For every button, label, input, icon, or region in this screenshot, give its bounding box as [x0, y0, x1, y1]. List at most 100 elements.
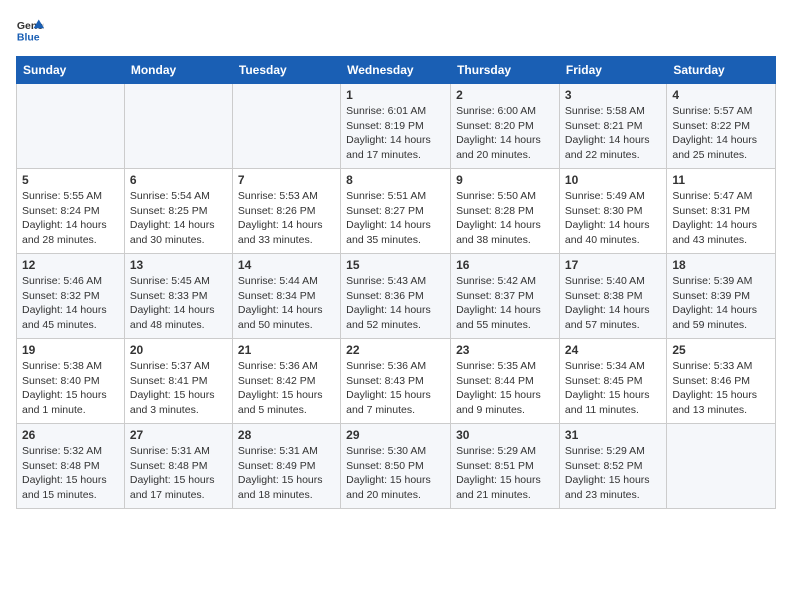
day-number: 11: [672, 173, 770, 187]
calendar-cell: 21 Sunrise: 5:36 AMSunset: 8:42 PMDayligh…: [232, 339, 340, 424]
calendar-cell: 5Sunrise: 5:55 AMSunset: 8:24 PMDaylight…: [17, 169, 125, 254]
day-number: 21: [238, 343, 335, 357]
calendar-cell: 13Sunrise: 5:45 AMSunset: 8:33 PMDayligh…: [124, 254, 232, 339]
calendar-cell: 11 Sunrise: 5:47 AMSunset: 8:31 PMDayligh…: [667, 169, 776, 254]
calendar-cell: 6 Sunrise: 5:54 AMSunset: 8:25 PMDaylight…: [124, 169, 232, 254]
day-number: 16: [456, 258, 554, 272]
page-header: General Blue: [16, 16, 776, 44]
day-info: Sunrise: 5:38 AMSunset: 8:40 PMDaylight:…: [22, 359, 119, 418]
calendar-cell: 16 Sunrise: 5:42 AMSunset: 8:37 PMDayligh…: [451, 254, 560, 339]
day-info: Sunrise: 5:46 AMSunset: 8:32 PMDaylight:…: [22, 274, 119, 333]
week-row-4: 19 Sunrise: 5:38 AMSunset: 8:40 PMDayligh…: [17, 339, 776, 424]
day-info: Sunrise: 5:35 AMSunset: 8:44 PMDaylight:…: [456, 359, 554, 418]
calendar-cell: 26Sunrise: 5:32 AMSunset: 8:48 PMDayligh…: [17, 424, 125, 509]
day-info: Sunrise: 5:43 AMSunset: 8:36 PMDaylight:…: [346, 274, 445, 333]
day-number: 15: [346, 258, 445, 272]
day-info: Sunrise: 5:39 AMSunset: 8:39 PMDaylight:…: [672, 274, 770, 333]
calendar-cell: 27Sunrise: 5:31 AMSunset: 8:48 PMDayligh…: [124, 424, 232, 509]
day-number: 23: [456, 343, 554, 357]
day-number: 20: [130, 343, 227, 357]
calendar-cell: [667, 424, 776, 509]
logo-icon: General Blue: [16, 16, 44, 44]
calendar-cell: 24 Sunrise: 5:34 AMSunset: 8:45 PMDayligh…: [559, 339, 666, 424]
day-number: 27: [130, 428, 227, 442]
day-number: 19: [22, 343, 119, 357]
day-info: Sunrise: 5:37 AMSunset: 8:41 PMDaylight:…: [130, 359, 227, 418]
calendar-cell: 25 Sunrise: 5:33 AMSunset: 8:46 PMDayligh…: [667, 339, 776, 424]
calendar-cell: 20 Sunrise: 5:37 AMSunset: 8:41 PMDayligh…: [124, 339, 232, 424]
day-number: 26: [22, 428, 119, 442]
calendar-cell: 7 Sunrise: 5:53 AMSunset: 8:26 PMDaylight…: [232, 169, 340, 254]
day-number: 3: [565, 88, 661, 102]
day-info: Sunrise: 5:29 AMSunset: 8:52 PMDaylight:…: [565, 444, 661, 503]
day-number: 17: [565, 258, 661, 272]
day-info: Sunrise: 5:36 AMSunset: 8:42 PMDaylight:…: [238, 359, 335, 418]
day-info: Sunrise: 5:30 AMSunset: 8:50 PMDaylight:…: [346, 444, 445, 503]
calendar-cell: 29 Sunrise: 5:30 AMSunset: 8:50 PMDayligh…: [341, 424, 451, 509]
day-number: 8: [346, 173, 445, 187]
calendar-cell: 22Sunrise: 5:36 AMSunset: 8:43 PMDayligh…: [341, 339, 451, 424]
calendar-cell: 4 Sunrise: 5:57 AMSunset: 8:22 PMDaylight…: [667, 84, 776, 169]
calendar-cell: 12 Sunrise: 5:46 AMSunset: 8:32 PMDayligh…: [17, 254, 125, 339]
day-info: Sunrise: 5:54 AMSunset: 8:25 PMDaylight:…: [130, 189, 227, 248]
day-number: 25: [672, 343, 770, 357]
weekday-header-thursday: Thursday: [451, 57, 560, 84]
weekday-header-tuesday: Tuesday: [232, 57, 340, 84]
calendar-cell: 15 Sunrise: 5:43 AMSunset: 8:36 PMDayligh…: [341, 254, 451, 339]
day-number: 4: [672, 88, 770, 102]
day-number: 14: [238, 258, 335, 272]
week-row-5: 26Sunrise: 5:32 AMSunset: 8:48 PMDayligh…: [17, 424, 776, 509]
day-number: 24: [565, 343, 661, 357]
day-info: Sunrise: 5:58 AMSunset: 8:21 PMDaylight:…: [565, 104, 661, 163]
day-number: 30: [456, 428, 554, 442]
weekday-header-saturday: Saturday: [667, 57, 776, 84]
calendar-cell: 31Sunrise: 5:29 AMSunset: 8:52 PMDayligh…: [559, 424, 666, 509]
day-info: Sunrise: 5:45 AMSunset: 8:33 PMDaylight:…: [130, 274, 227, 333]
calendar-cell: 30Sunrise: 5:29 AMSunset: 8:51 PMDayligh…: [451, 424, 560, 509]
day-number: 5: [22, 173, 119, 187]
weekday-header-friday: Friday: [559, 57, 666, 84]
calendar-cell: 28 Sunrise: 5:31 AMSunset: 8:49 PMDayligh…: [232, 424, 340, 509]
day-info: Sunrise: 5:34 AMSunset: 8:45 PMDaylight:…: [565, 359, 661, 418]
calendar-cell: 1 Sunrise: 6:01 AMSunset: 8:19 PMDaylight…: [341, 84, 451, 169]
day-number: 6: [130, 173, 227, 187]
day-number: 7: [238, 173, 335, 187]
week-row-2: 5Sunrise: 5:55 AMSunset: 8:24 PMDaylight…: [17, 169, 776, 254]
day-number: 18: [672, 258, 770, 272]
calendar-cell: 23 Sunrise: 5:35 AMSunset: 8:44 PMDayligh…: [451, 339, 560, 424]
day-info: Sunrise: 5:33 AMSunset: 8:46 PMDaylight:…: [672, 359, 770, 418]
day-number: 1: [346, 88, 445, 102]
day-info: Sunrise: 6:01 AMSunset: 8:19 PMDaylight:…: [346, 104, 445, 163]
day-number: 10: [565, 173, 661, 187]
day-info: Sunrise: 5:53 AMSunset: 8:26 PMDaylight:…: [238, 189, 335, 248]
calendar-cell: 8 Sunrise: 5:51 AMSunset: 8:27 PMDaylight…: [341, 169, 451, 254]
calendar-cell: 2Sunrise: 6:00 AMSunset: 8:20 PMDaylight…: [451, 84, 560, 169]
day-info: Sunrise: 5:50 AMSunset: 8:28 PMDaylight:…: [456, 189, 554, 248]
calendar-cell: 19 Sunrise: 5:38 AMSunset: 8:40 PMDayligh…: [17, 339, 125, 424]
calendar-cell: [17, 84, 125, 169]
weekday-header-row: SundayMondayTuesdayWednesdayThursdayFrid…: [17, 57, 776, 84]
day-info: Sunrise: 5:40 AMSunset: 8:38 PMDaylight:…: [565, 274, 661, 333]
day-info: Sunrise: 5:44 AMSunset: 8:34 PMDaylight:…: [238, 274, 335, 333]
weekday-header-sunday: Sunday: [17, 57, 125, 84]
day-info: Sunrise: 5:36 AMSunset: 8:43 PMDaylight:…: [346, 359, 445, 418]
day-info: Sunrise: 5:47 AMSunset: 8:31 PMDaylight:…: [672, 189, 770, 248]
day-info: Sunrise: 5:31 AMSunset: 8:49 PMDaylight:…: [238, 444, 335, 503]
calendar-cell: 14 Sunrise: 5:44 AMSunset: 8:34 PMDayligh…: [232, 254, 340, 339]
day-info: Sunrise: 6:00 AMSunset: 8:20 PMDaylight:…: [456, 104, 554, 163]
calendar-cell: 3 Sunrise: 5:58 AMSunset: 8:21 PMDaylight…: [559, 84, 666, 169]
calendar-cell: 9Sunrise: 5:50 AMSunset: 8:28 PMDaylight…: [451, 169, 560, 254]
calendar-cell: [232, 84, 340, 169]
calendar-table: SundayMondayTuesdayWednesdayThursdayFrid…: [16, 56, 776, 509]
calendar-cell: [124, 84, 232, 169]
week-row-3: 12 Sunrise: 5:46 AMSunset: 8:32 PMDayligh…: [17, 254, 776, 339]
day-info: Sunrise: 5:42 AMSunset: 8:37 PMDaylight:…: [456, 274, 554, 333]
day-info: Sunrise: 5:51 AMSunset: 8:27 PMDaylight:…: [346, 189, 445, 248]
day-number: 28: [238, 428, 335, 442]
day-info: Sunrise: 5:57 AMSunset: 8:22 PMDaylight:…: [672, 104, 770, 163]
day-number: 29: [346, 428, 445, 442]
weekday-header-monday: Monday: [124, 57, 232, 84]
day-info: Sunrise: 5:49 AMSunset: 8:30 PMDaylight:…: [565, 189, 661, 248]
day-number: 12: [22, 258, 119, 272]
weekday-header-wednesday: Wednesday: [341, 57, 451, 84]
